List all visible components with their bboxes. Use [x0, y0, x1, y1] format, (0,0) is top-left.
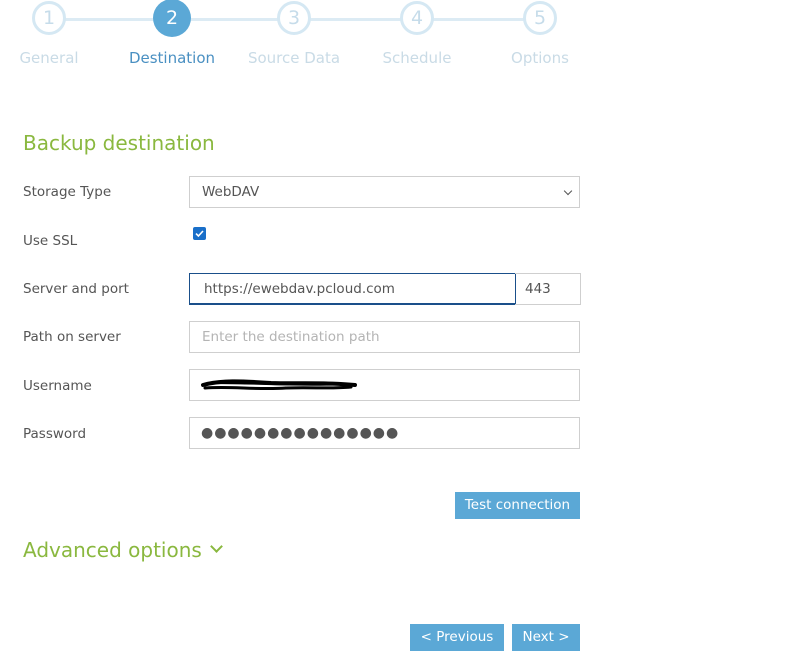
- next-button[interactable]: Next >: [512, 624, 580, 651]
- use-ssl-label: Use SSL: [23, 233, 78, 249]
- chevron-down-icon: [563, 186, 573, 196]
- step-5-label: Options: [511, 49, 569, 67]
- port-input[interactable]: 443: [515, 273, 581, 305]
- checkmark-icon: [195, 230, 204, 238]
- storage-type-select[interactable]: WebDAV: [189, 176, 580, 208]
- server-label: Server and port: [23, 281, 129, 297]
- step-5-circle: 5: [523, 1, 557, 35]
- step-1-circle: 1: [32, 1, 66, 35]
- step-2-circle: 2: [153, 0, 191, 37]
- username-label: Username: [23, 378, 92, 394]
- advanced-options-label: Advanced options: [23, 538, 202, 562]
- test-connection-button[interactable]: Test connection: [455, 492, 580, 519]
- step-3-circle: 3: [277, 1, 311, 35]
- server-input[interactable]: [189, 273, 516, 305]
- step-2-label: Destination: [128, 49, 216, 67]
- password-label: Password: [23, 426, 87, 442]
- storage-type-label: Storage Type: [23, 184, 112, 200]
- step-4-label: Schedule: [382, 49, 452, 67]
- previous-button[interactable]: < Previous: [410, 624, 504, 651]
- advanced-options-toggle[interactable]: Advanced options: [23, 538, 223, 562]
- password-input[interactable]: ●●●●●●●●●●●●●●●: [189, 417, 580, 449]
- section-title: Backup destination: [23, 131, 215, 155]
- redaction-scribble: [201, 379, 357, 391]
- chevron-down-icon: [209, 540, 223, 553]
- step-4-circle: 4: [400, 1, 434, 35]
- wizard-stepper: 1 General 2 Destination 3 Source Data 4 …: [0, 0, 800, 80]
- step-3-label: Source Data: [247, 49, 341, 67]
- path-label: Path on server: [23, 329, 121, 345]
- path-input[interactable]: [189, 321, 580, 353]
- use-ssl-checkbox[interactable]: [193, 227, 206, 240]
- storage-type-value: WebDAV: [202, 184, 260, 200]
- step-1-label: General: [19, 49, 79, 67]
